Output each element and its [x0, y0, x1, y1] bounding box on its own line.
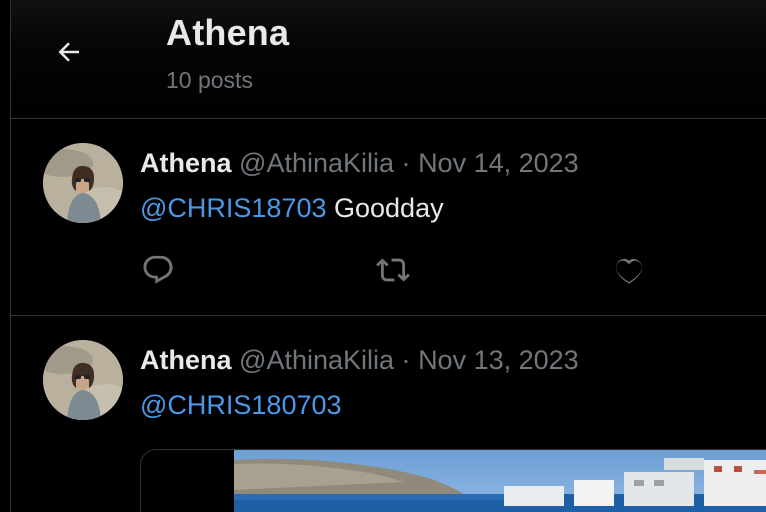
reply-icon [143, 255, 173, 284]
mention-link[interactable]: @CHRIS18703 [140, 193, 327, 223]
post-body: Goodday [326, 193, 444, 223]
post-date[interactable]: Nov 14, 2023 [418, 148, 579, 178]
reply-button[interactable] [140, 252, 176, 288]
post-header: Athena @AthinaKilia · Nov 13, 2023 [140, 345, 579, 376]
like-icon [616, 258, 642, 284]
author-handle[interactable]: @AthinaKilia [239, 148, 394, 178]
media-card[interactable] [140, 449, 766, 512]
mention-link[interactable]: @CHRIS180703 [140, 390, 342, 420]
post-text: @CHRIS18703 Goodday [140, 193, 444, 224]
post-header: Athena @AthinaKilia · Nov 14, 2023 [140, 148, 579, 179]
avatar[interactable] [43, 340, 123, 420]
author-name[interactable]: Athena [140, 148, 232, 178]
retweet-icon [376, 258, 410, 282]
page-title: Athena [166, 12, 290, 53]
separator-dot: · [401, 148, 411, 178]
avatar-photo [43, 143, 123, 223]
profile-header: Athena 10 posts [11, 0, 766, 118]
retweet-button[interactable] [375, 252, 411, 288]
media-image[interactable] [234, 450, 766, 512]
coastal-photo [234, 450, 766, 512]
like-button[interactable] [611, 252, 647, 288]
post-count: 10 posts [166, 67, 253, 93]
author-handle[interactable]: @AthinaKilia [239, 345, 394, 375]
back-button[interactable] [49, 32, 89, 72]
post-item[interactable]: Athena @AthinaKilia · Nov 13, 2023 @CHRI… [11, 316, 766, 512]
separator-dot: · [401, 345, 411, 375]
avatar-photo [43, 340, 123, 420]
profile-timeline: Athena 10 posts Athena @AthinaKilia · No… [0, 0, 766, 512]
post-item[interactable]: Athena @AthinaKilia · Nov 14, 2023 @CHRI… [11, 119, 766, 315]
author-name[interactable]: Athena [140, 345, 232, 375]
post-date[interactable]: Nov 13, 2023 [418, 345, 579, 375]
post-text: @CHRIS180703 [140, 390, 342, 421]
avatar[interactable] [43, 143, 123, 223]
arrow-left-icon [58, 42, 79, 62]
